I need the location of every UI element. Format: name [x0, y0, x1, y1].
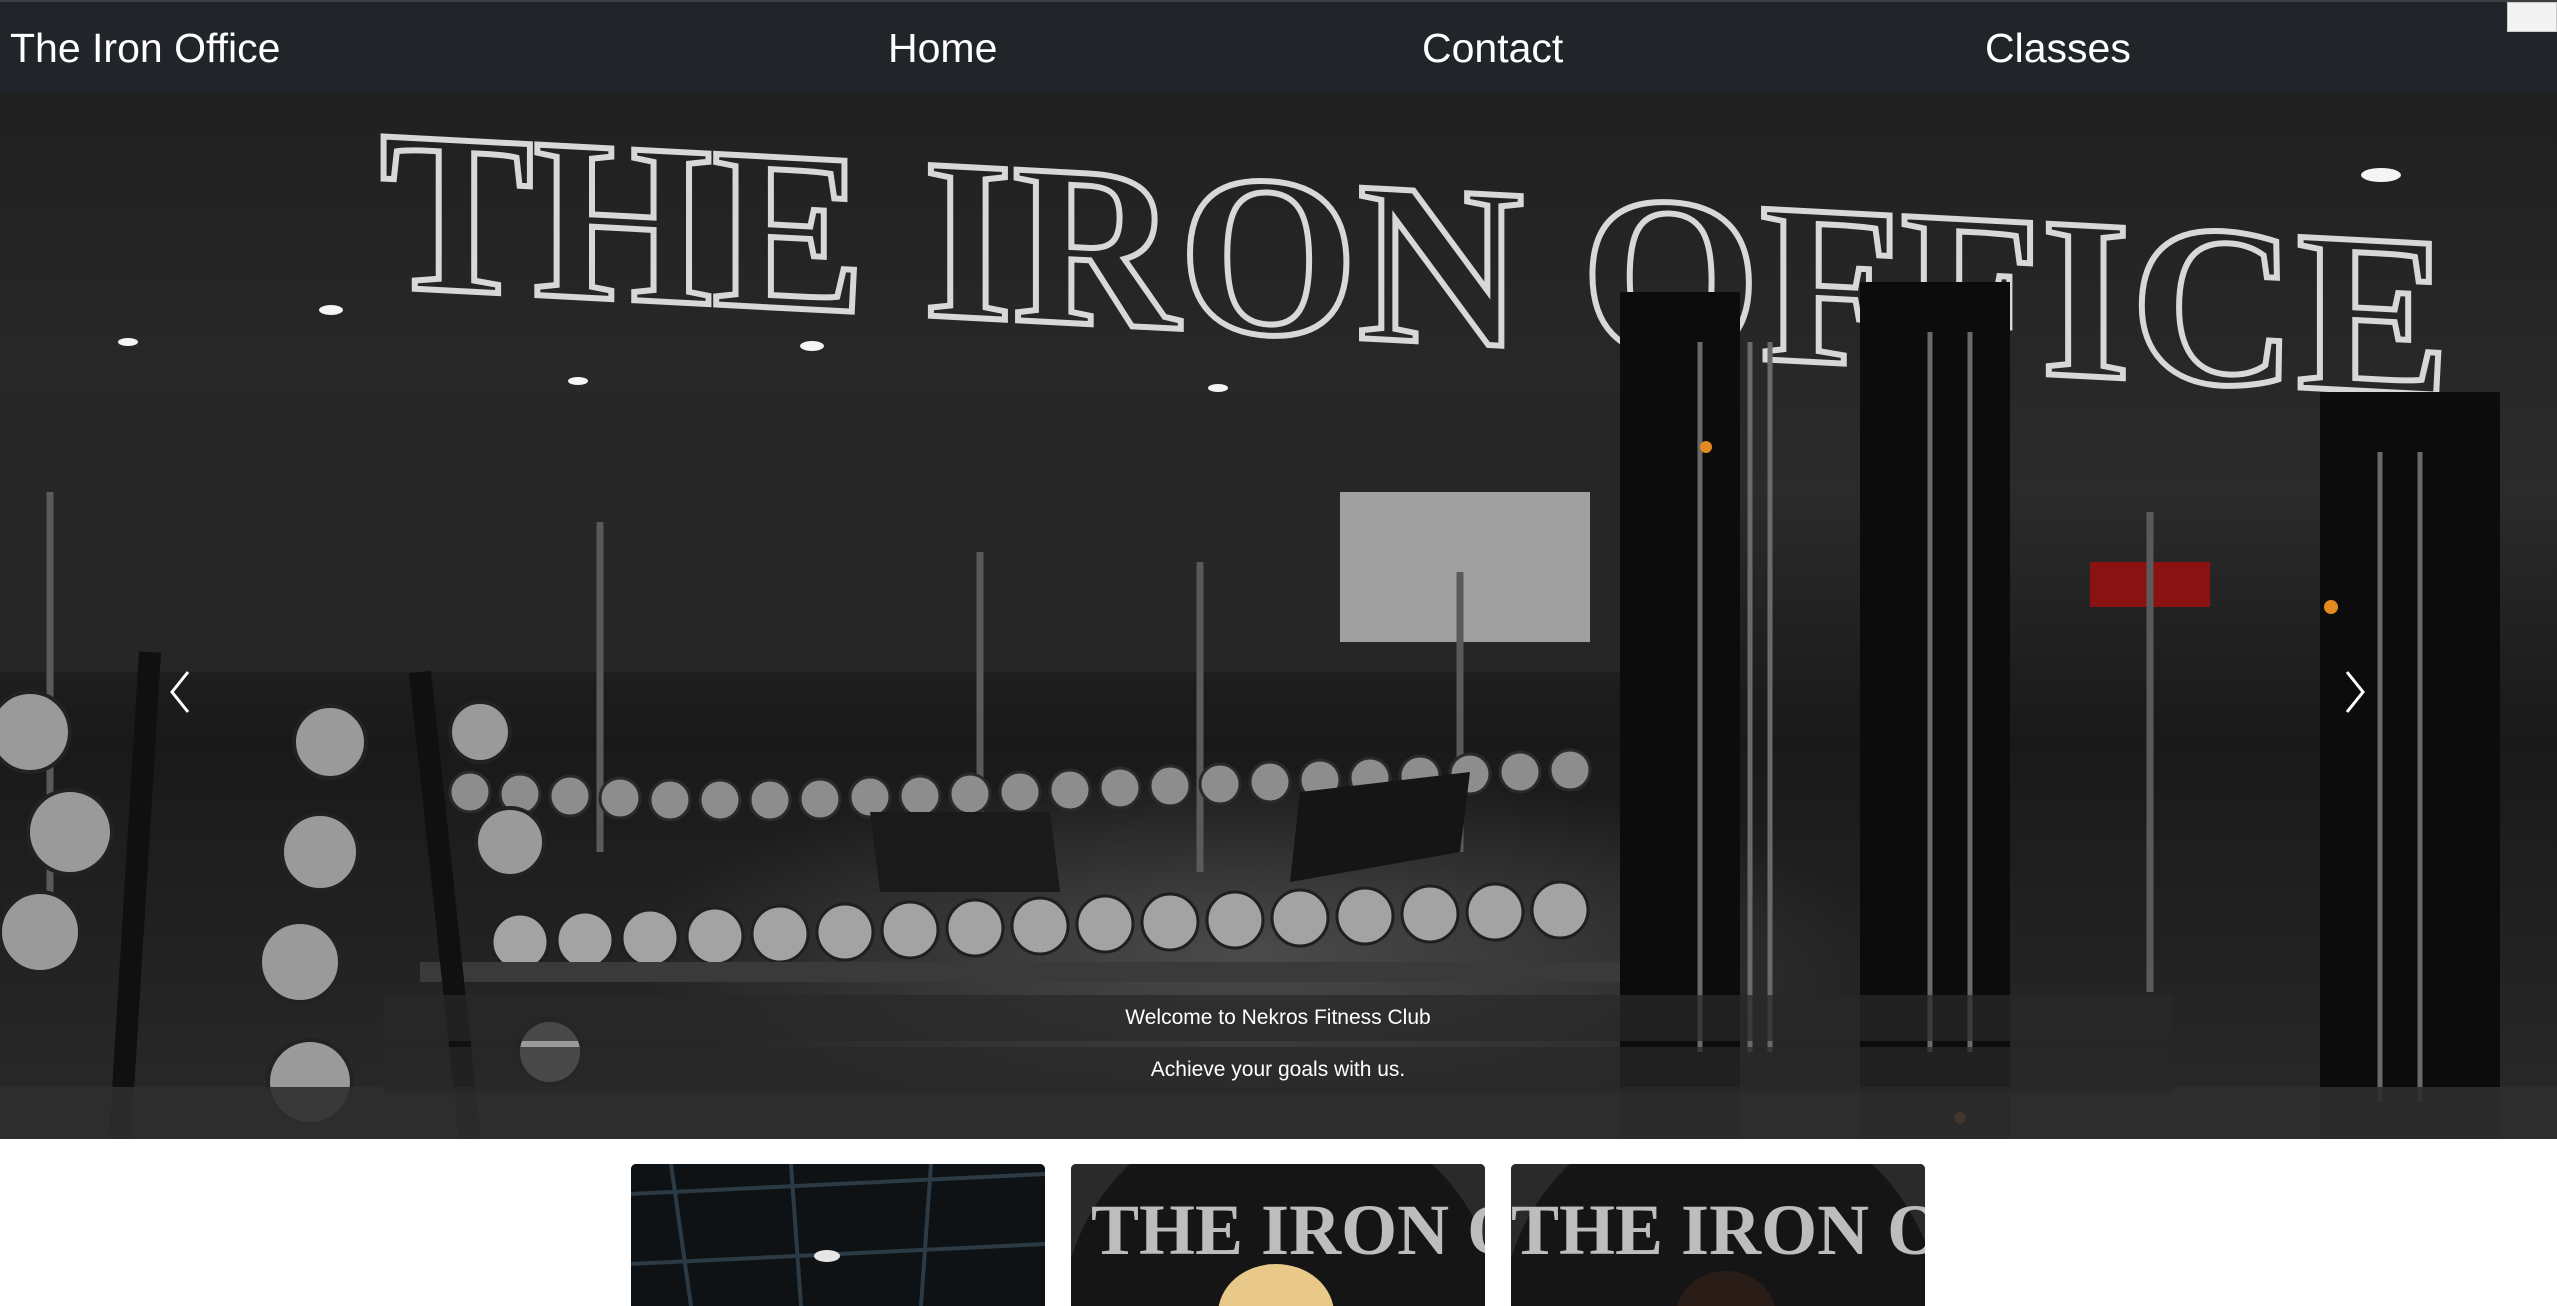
caption-title: Welcome to Nekros Fitness Club — [383, 995, 2173, 1041]
card-sign-text: THE IRON OFFICE — [1511, 1190, 1925, 1270]
trainer-photo: THE IRON OFFICE — [1511, 1164, 1925, 1306]
chevron-right-icon — [2345, 671, 2365, 713]
caption-text: Achieve your goals with us. — [383, 1047, 2173, 1093]
carousel-next-button[interactable] — [2335, 662, 2395, 752]
nav-home-link[interactable]: Home — [888, 22, 997, 74]
class-card-3[interactable]: THE IRON OFFICE — [1511, 1164, 1925, 1306]
trainer-photo: THE IRON OFFICE — [1071, 1164, 1485, 1306]
carousel-prev-button[interactable] — [160, 662, 220, 752]
card-sign-text: THE IRON OFFICE — [1091, 1190, 1485, 1270]
class-card-1[interactable] — [631, 1164, 1045, 1306]
chevron-left-icon — [170, 671, 190, 713]
class-card-2[interactable]: THE IRON OFFICE — [1071, 1164, 1485, 1306]
nav-contact-link[interactable]: Contact — [1422, 22, 1563, 74]
brand-link[interactable]: The Iron Office — [10, 22, 280, 74]
gym-ceiling-photo — [631, 1164, 1045, 1306]
nav-classes-link[interactable]: Classes — [1985, 22, 2131, 74]
gym-interior-photo: THE IRON OFFICE — [0, 92, 2557, 1139]
hero-carousel: THE IRON OFFICE Welcome to Nekros Fitnes… — [0, 92, 2557, 1139]
navbar: The Iron Office Home Contact Classes — [0, 0, 2557, 92]
broken-image-icon — [2507, 2, 2557, 32]
